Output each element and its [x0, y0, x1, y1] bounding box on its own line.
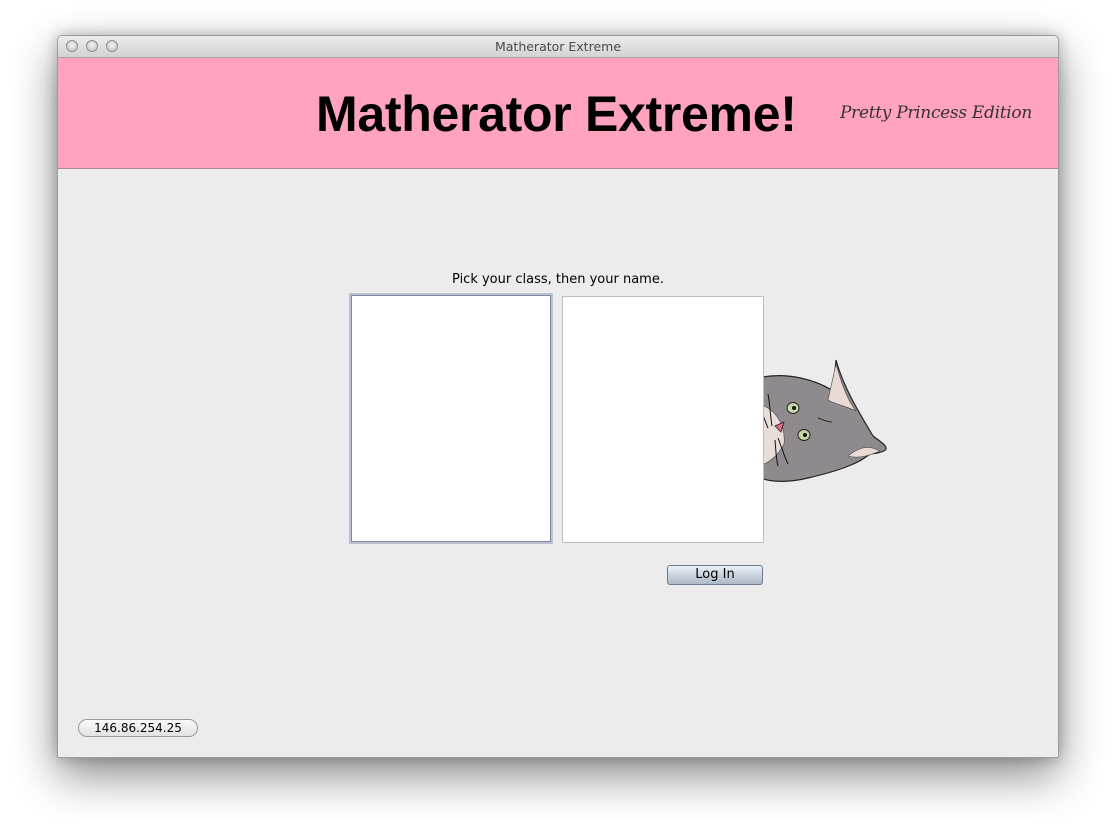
- app-title: Matherator Extreme!: [316, 86, 797, 142]
- window-title: Matherator Extreme: [494, 39, 622, 54]
- class-list[interactable]: [351, 295, 551, 542]
- app-header: Matherator Extreme! Pretty Princess Edit…: [58, 58, 1058, 169]
- instruction-text: Pick your class, then your name.: [452, 272, 664, 287]
- edition-subtitle: Pretty Princess Edition: [840, 103, 1032, 123]
- title-bar[interactable]: Matherator Extreme: [58, 36, 1058, 58]
- app-window: Matherator Extreme Matherator Extreme! P…: [57, 35, 1059, 758]
- name-list[interactable]: [562, 296, 764, 543]
- ip-address-badge: 146.86.254.25: [78, 719, 198, 737]
- cat-peeking-icon: [755, 359, 887, 482]
- log-in-button[interactable]: Log In: [667, 565, 763, 585]
